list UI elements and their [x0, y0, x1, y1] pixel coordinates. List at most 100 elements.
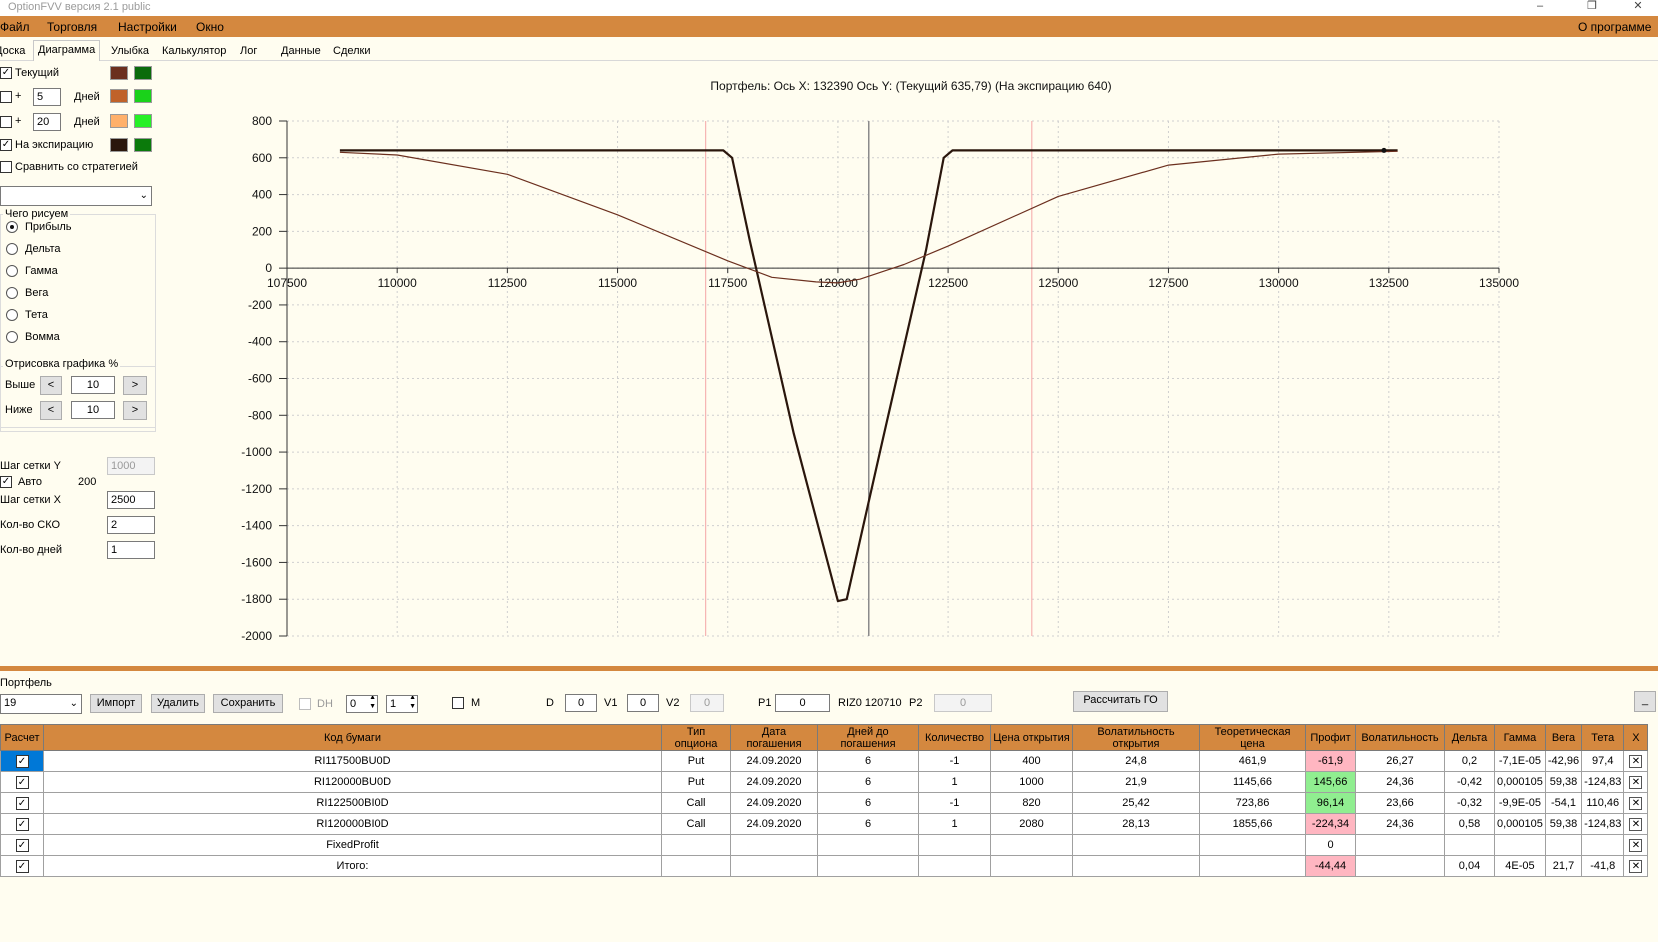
- v2-input[interactable]: 0: [690, 694, 724, 712]
- table-row[interactable]: ✓ RI122500BI0D Call 24.09.2020 6 -1 820 25,42 72…: [0, 792, 1649, 814]
- cell-date[interactable]: 24.09.2020: [730, 771, 818, 793]
- spin-arrows-icon[interactable]: ▲ ▼: [409, 696, 416, 711]
- save-button[interactable]: Сохранить: [213, 694, 283, 713]
- row-remove-cell[interactable]: ✕: [1623, 750, 1649, 772]
- cell-type[interactable]: Put: [661, 771, 731, 793]
- cell-profit[interactable]: -224,34: [1305, 813, 1356, 835]
- cell-vol[interactable]: [1355, 855, 1445, 877]
- cell-delta[interactable]: -0,42: [1444, 771, 1495, 793]
- cell-theta[interactable]: -124,83: [1581, 771, 1625, 793]
- cell-code[interactable]: Итого:: [43, 855, 662, 877]
- cell-vega[interactable]: [1544, 834, 1583, 856]
- tab-deals[interactable]: Сделки: [328, 42, 376, 60]
- cell-vol_open[interactable]: 25,42: [1072, 792, 1200, 814]
- tab-data[interactable]: Данные: [276, 42, 326, 60]
- cell-delta[interactable]: [1444, 834, 1495, 856]
- cell-vega[interactable]: 21,7: [1544, 855, 1583, 877]
- cell-vol_open[interactable]: [1072, 834, 1200, 856]
- table-row[interactable]: ✓ FixedProfit 0 ✕: [0, 834, 1649, 856]
- row-calc-cell[interactable]: ✓: [0, 750, 44, 772]
- close-icon[interactable]: ✕: [1629, 754, 1643, 768]
- cell-code[interactable]: RI120000BI0D: [43, 813, 662, 835]
- cell-price[interactable]: 2080: [990, 813, 1073, 835]
- column-header-days-to-expiration[interactable]: Дней до погашения: [817, 724, 919, 751]
- cell-code[interactable]: RI117500BU0D: [43, 750, 662, 772]
- cell-profit[interactable]: 96,14: [1305, 792, 1356, 814]
- cell-qty[interactable]: [918, 855, 991, 877]
- cell-type[interactable]: Put: [661, 750, 731, 772]
- cell-qty[interactable]: 1: [918, 771, 991, 793]
- column-header-vega[interactable]: Вега: [1544, 724, 1583, 751]
- cell-qty[interactable]: -1: [918, 792, 991, 814]
- column-header-delta[interactable]: Дельта: [1444, 724, 1495, 751]
- close-window-button[interactable]: ✕: [1618, 0, 1658, 14]
- cell-gamma[interactable]: 0,000105: [1494, 813, 1546, 835]
- cell-vol[interactable]: 26,27: [1355, 750, 1445, 772]
- cell-price[interactable]: 1000: [990, 771, 1073, 793]
- cell-code[interactable]: FixedProfit: [43, 834, 662, 856]
- cell-theor[interactable]: 1145,66: [1199, 771, 1306, 793]
- cell-theta[interactable]: -124,83: [1581, 813, 1625, 835]
- close-icon[interactable]: ✕: [1629, 859, 1643, 873]
- cell-vol[interactable]: 23,66: [1355, 792, 1445, 814]
- row-calc-checkbox[interactable]: ✓: [15, 817, 29, 831]
- column-header-volatility[interactable]: Волатильность: [1355, 724, 1445, 751]
- cell-type[interactable]: [661, 834, 731, 856]
- row-remove-cell[interactable]: ✕: [1623, 834, 1649, 856]
- cell-vega[interactable]: -54,1: [1544, 792, 1583, 814]
- close-icon[interactable]: ✕: [1629, 817, 1643, 831]
- dh-spin-1[interactable]: 0 ▲ ▼: [346, 695, 378, 713]
- row-remove-cell[interactable]: ✕: [1623, 855, 1649, 877]
- tab-log[interactable]: Лог: [235, 42, 262, 60]
- cell-days[interactable]: 6: [817, 813, 919, 835]
- portfolio-select[interactable]: 19 ⌄: [0, 694, 82, 714]
- column-header-calc[interactable]: Расчет: [0, 724, 44, 751]
- tab-smile[interactable]: Улыбка: [106, 42, 154, 60]
- minimize-panel-button[interactable]: _: [1634, 691, 1656, 712]
- row-calc-cell[interactable]: ✓: [0, 813, 44, 835]
- cell-type[interactable]: Call: [661, 792, 731, 814]
- table-row[interactable]: ✓ Итого: -44,44 0,04 4E-05 21,7 -41,8 ✕: [0, 855, 1649, 877]
- menu-about[interactable]: О программе: [1578, 20, 1651, 34]
- close-icon[interactable]: ✕: [1629, 796, 1643, 810]
- close-icon[interactable]: ✕: [1629, 775, 1643, 789]
- cell-vol_open[interactable]: 24,8: [1072, 750, 1200, 772]
- column-header-remove[interactable]: X: [1623, 724, 1649, 751]
- cell-price[interactable]: [990, 834, 1073, 856]
- cell-gamma[interactable]: [1494, 834, 1546, 856]
- row-calc-cell[interactable]: ✓: [0, 792, 44, 814]
- column-header-option-type[interactable]: Тип опциона: [661, 724, 731, 751]
- cell-delta[interactable]: -0,32: [1444, 792, 1495, 814]
- d-input[interactable]: 0: [565, 694, 597, 712]
- table-row[interactable]: ✓ RI120000BI0D Call 24.09.2020 6 1 2080 28,13 18…: [0, 813, 1649, 835]
- row-calc-checkbox[interactable]: ✓: [15, 754, 29, 768]
- column-header-expiration-date[interactable]: Дата погашения: [730, 724, 818, 751]
- cell-date[interactable]: [730, 855, 818, 877]
- cell-gamma[interactable]: 0,000105: [1494, 771, 1546, 793]
- dh-spin-2[interactable]: 1 ▲ ▼: [386, 695, 418, 713]
- cell-vol[interactable]: [1355, 834, 1445, 856]
- row-remove-cell[interactable]: ✕: [1623, 771, 1649, 793]
- row-calc-checkbox[interactable]: ✓: [15, 796, 29, 810]
- table-row[interactable]: ✓ RI120000BU0D Put 24.09.2020 6 1 1000 21,9 1145…: [0, 771, 1649, 793]
- tab-board[interactable]: Доска: [0, 42, 30, 60]
- table-row[interactable]: ✓ RI117500BU0D Put 24.09.2020 6 -1 400 24,8 461,…: [0, 750, 1649, 772]
- tab-diagram[interactable]: Диаграмма: [33, 40, 101, 61]
- row-calc-checkbox[interactable]: ✓: [15, 838, 29, 852]
- cell-delta[interactable]: 0,58: [1444, 813, 1495, 835]
- cell-profit[interactable]: -61,9: [1305, 750, 1356, 772]
- cell-date[interactable]: [730, 834, 818, 856]
- cell-profit[interactable]: 145,66: [1305, 771, 1356, 793]
- cell-theta[interactable]: 97,4: [1581, 750, 1625, 772]
- cell-price[interactable]: 820: [990, 792, 1073, 814]
- column-header-quantity[interactable]: Количество: [918, 724, 991, 751]
- cell-delta[interactable]: 0,2: [1444, 750, 1495, 772]
- cell-days[interactable]: [817, 834, 919, 856]
- row-calc-checkbox[interactable]: ✓: [15, 859, 29, 873]
- p1-input[interactable]: 0: [775, 694, 830, 712]
- cell-price[interactable]: [990, 855, 1073, 877]
- cell-vol_open[interactable]: 28,13: [1072, 813, 1200, 835]
- cell-theta[interactable]: -41,8: [1581, 855, 1625, 877]
- cell-theor[interactable]: 723,86: [1199, 792, 1306, 814]
- cell-days[interactable]: 6: [817, 750, 919, 772]
